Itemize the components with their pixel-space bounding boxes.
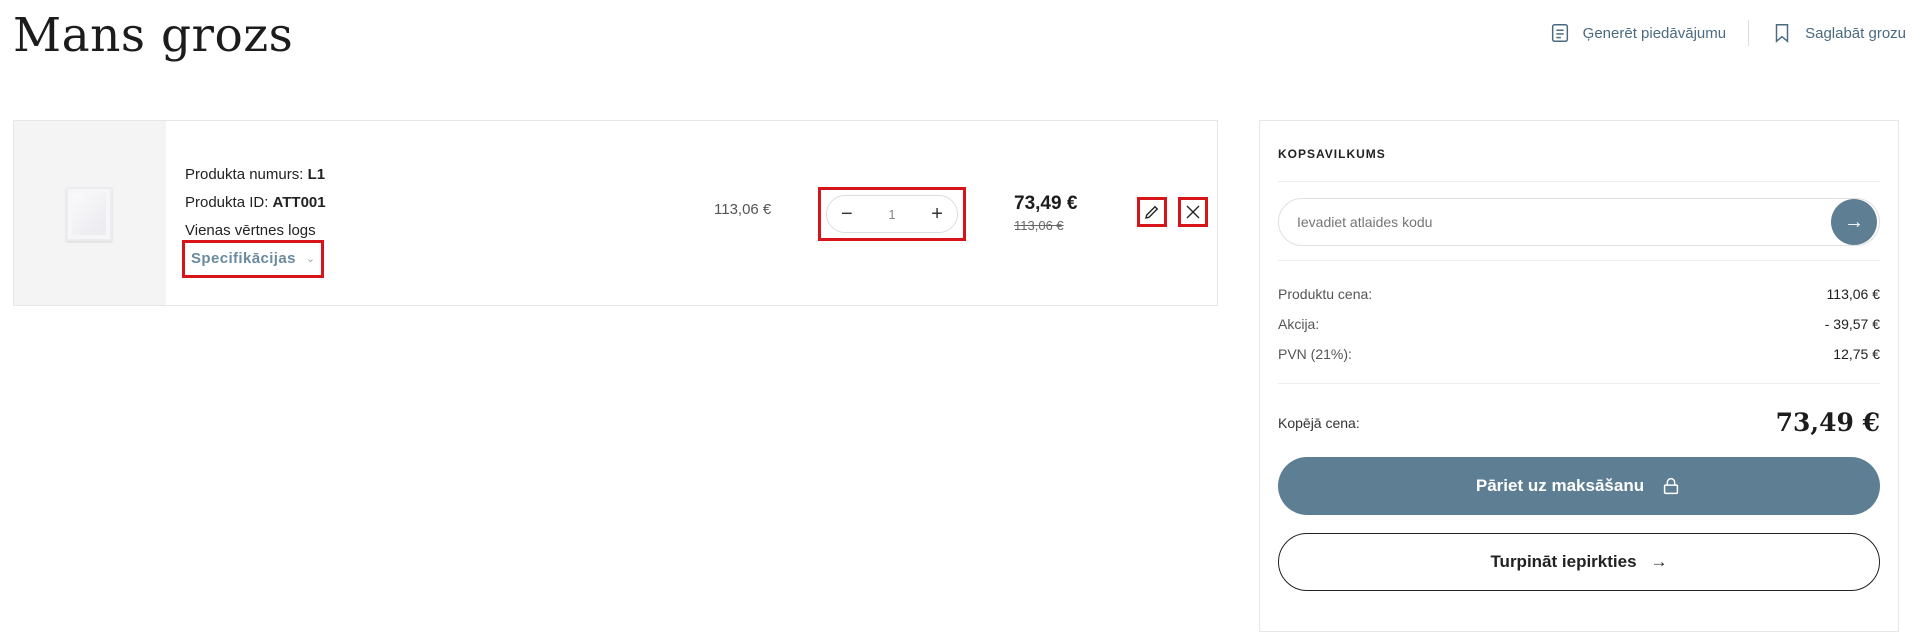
summary-lines: Produktu cena: 113,06 € Akcija: - 39,57 … <box>1278 261 1880 384</box>
summary-line-value: - 39,57 € <box>1824 316 1880 332</box>
product-id: ATT001 <box>272 194 326 211</box>
quantity-value[interactable]: 1 <box>888 207 895 222</box>
close-icon <box>1186 205 1200 219</box>
decrease-quantity-button[interactable]: − <box>841 204 853 224</box>
document-icon <box>1551 24 1568 42</box>
product-number-label: Produkta numurs: <box>185 166 304 183</box>
specifications-label: Specifikācijas <box>191 250 296 267</box>
original-price: 113,06 € <box>1014 218 1064 233</box>
product-thumbnail[interactable] <box>14 121 166 305</box>
chevron-down-icon: ⌄ <box>305 253 316 265</box>
apply-coupon-button[interactable]: → <box>1831 199 1877 245</box>
increase-quantity-button[interactable]: + <box>931 204 943 224</box>
window-image <box>66 187 112 241</box>
quantity-stepper: − 1 + <box>826 195 958 233</box>
coupon-field: → <box>1278 198 1880 246</box>
quantity-stepper-highlight: − 1 + <box>818 187 966 241</box>
page-title: Mans grozs <box>13 8 294 63</box>
summary-line-products: Produktu cena: 113,06 € <box>1278 279 1880 309</box>
continue-label: Turpināt iepirkties <box>1490 552 1637 571</box>
product-id-label: Produkta ID: <box>185 194 269 211</box>
summary-line-label: PVN (21%): <box>1278 346 1352 362</box>
header-divider <box>1748 20 1750 46</box>
product-number: L1 <box>307 166 326 183</box>
total-row: Kopējā cena: 73,49 € <box>1278 384 1880 457</box>
coupon-input[interactable] <box>1297 214 1797 230</box>
checkout-label: Pāriet uz maksāšanu <box>1475 476 1645 495</box>
product-info: Produkta numurs: L1 Produkta ID: ATT001 … <box>181 161 326 278</box>
bookmark-icon <box>1775 24 1789 43</box>
checkout-button[interactable]: Pāriet uz maksāšanu <box>1278 457 1880 515</box>
summary-line-vat: PVN (21%): 12,75 € <box>1278 339 1880 369</box>
header-actions: Ģenerēt piedāvājumu Saglabāt grozu <box>1549 20 1906 46</box>
coupon-row: → <box>1278 182 1880 261</box>
remove-button[interactable] <box>1178 197 1208 227</box>
specifications-toggle[interactable]: Specifikācijas ⌄ <box>181 240 325 278</box>
order-summary: KOPSAVILKUMS → Produktu cena: 113,06 € A… <box>1259 120 1899 632</box>
pencil-icon <box>1145 205 1159 219</box>
product-number-row: Produkta numurs: L1 <box>185 161 326 189</box>
product-id-row: Produkta ID: ATT001 <box>185 189 326 217</box>
summary-title: KOPSAVILKUMS <box>1278 121 1880 182</box>
summary-line-discount: Akcija: - 39,57 € <box>1278 309 1880 339</box>
save-cart-button[interactable]: Saglabāt grozu <box>1771 22 1906 44</box>
total-label: Kopējā cena: <box>1278 414 1360 431</box>
generate-offer-label: Ģenerēt piedāvājumu <box>1582 24 1727 42</box>
lock-icon <box>1663 477 1679 495</box>
generate-offer-button[interactable]: Ģenerēt piedāvājumu <box>1549 22 1726 44</box>
product-name: Vienas vērtnes logs <box>185 222 316 239</box>
arrow-right-icon: → <box>1650 552 1668 571</box>
continue-shopping-button[interactable]: Turpināt iepirkties → <box>1278 533 1880 591</box>
unit-price: 113,06 € <box>714 201 772 218</box>
total-value: 73,49 € <box>1775 408 1880 437</box>
summary-line-value: 12,75 € <box>1833 346 1880 362</box>
edit-button[interactable] <box>1137 197 1167 227</box>
price-block: 73,49 € 113,06 € <box>1014 193 1077 233</box>
discounted-price: 73,49 € <box>1014 193 1078 214</box>
summary-line-label: Akcija: <box>1278 316 1320 332</box>
summary-line-label: Produktu cena: <box>1278 286 1373 302</box>
cart-item: Produkta numurs: L1 Produkta ID: ATT001 … <box>13 120 1218 306</box>
save-cart-label: Saglabāt grozu <box>1805 24 1906 42</box>
arrow-right-icon: → <box>1844 210 1864 233</box>
summary-line-value: 113,06 € <box>1826 286 1880 302</box>
